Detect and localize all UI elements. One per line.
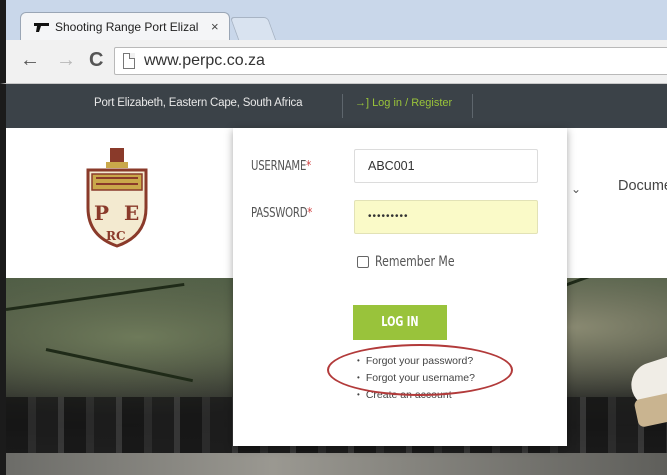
password-label: PASSWORD* <box>251 206 313 221</box>
tab-title: Shooting Range Port Elizal <box>55 20 199 34</box>
browser-tab[interactable]: Shooting Range Port Elizal × <box>20 12 230 40</box>
ground <box>6 453 667 475</box>
new-tab-button[interactable] <box>229 17 277 40</box>
login-register-label: Log in / Register <box>372 97 453 109</box>
divider <box>342 94 343 118</box>
crest-letter-e: E <box>124 201 139 225</box>
username-input[interactable]: ABC001 <box>354 149 538 183</box>
password-input[interactable]: ••••••••• <box>354 200 538 234</box>
username-label: USERNAME* <box>251 159 311 174</box>
login-icon: →] <box>355 97 370 109</box>
crest-letter-p: P <box>94 201 109 225</box>
divider <box>472 94 473 118</box>
annotation-ellipse <box>327 344 513 396</box>
location-text: Port Elizabeth, Eastern Cape, South Afri… <box>94 97 303 109</box>
site-topbar: Port Elizabeth, Eastern Cape, South Afri… <box>0 84 667 128</box>
club-crest-logo[interactable]: P E RC <box>82 148 152 248</box>
branch-shape <box>6 282 185 311</box>
remember-me-label: Remember Me <box>375 254 455 270</box>
crest-letters-rc: RC <box>106 229 126 243</box>
login-register-link[interactable]: →] Log in / Register <box>355 97 452 109</box>
branch-shape <box>45 348 194 383</box>
reload-icon[interactable]: C <box>89 50 103 70</box>
chevron-down-icon[interactable]: ⌄ <box>571 182 581 196</box>
login-button[interactable]: LOG IN <box>353 305 447 340</box>
url-text: www.perpc.co.za <box>144 52 265 69</box>
back-arrow-icon[interactable]: ← <box>20 50 40 70</box>
nav-item-documents[interactable]: Documen <box>618 178 667 194</box>
browser-toolbar: ← → C www.perpc.co.za <box>0 40 667 84</box>
page-icon <box>123 53 135 69</box>
close-tab-icon[interactable]: × <box>211 19 219 34</box>
remember-me[interactable]: Remember Me <box>357 254 507 275</box>
login-dropdown: USERNAME* ABC001 PASSWORD* ••••••••• Rem… <box>233 128 567 446</box>
pistol-icon <box>34 23 49 32</box>
remember-me-checkbox[interactable] <box>357 256 369 268</box>
browser-tab-strip: Shooting Range Port Elizal × <box>0 0 667 40</box>
address-bar[interactable]: www.perpc.co.za <box>114 47 667 75</box>
forward-arrow-icon[interactable]: → <box>56 50 76 70</box>
